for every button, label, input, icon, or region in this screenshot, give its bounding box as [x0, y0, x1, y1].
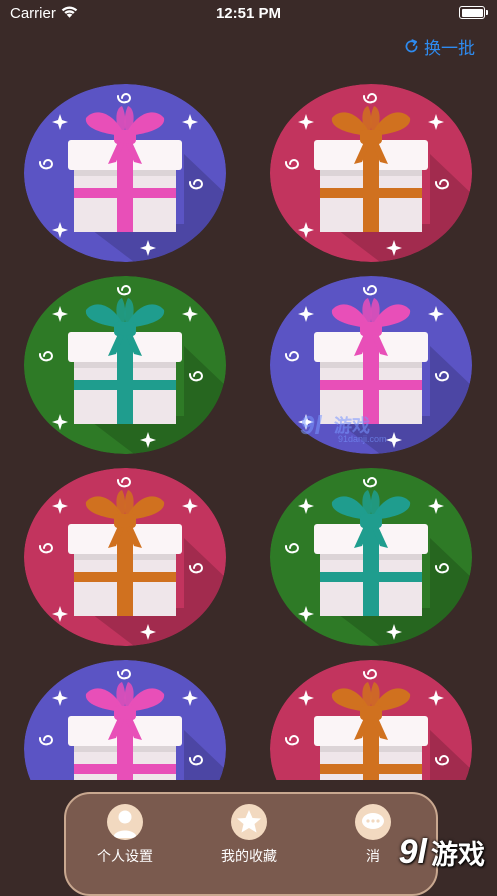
tab-messages[interactable]: 消 — [318, 804, 428, 866]
gift-tile[interactable] — [24, 660, 226, 780]
gift-tile[interactable] — [270, 276, 472, 454]
status-bar: Carrier 12:51 PM — [0, 0, 497, 28]
tab-personal-settings[interactable]: 个人设置 — [70, 804, 180, 866]
refresh-button[interactable]: 换一批 — [403, 34, 475, 58]
tab-label: 我的收藏 — [221, 848, 277, 864]
star-icon — [231, 804, 267, 840]
gift-tile[interactable] — [270, 84, 472, 262]
gift-tile[interactable] — [270, 660, 472, 780]
battery-icon — [459, 6, 488, 19]
refresh-label: 换一批 — [424, 38, 475, 58]
tab-label: 消 — [366, 848, 380, 864]
gift-tile[interactable] — [24, 276, 226, 454]
gift-tile[interactable] — [24, 84, 226, 262]
gift-tile[interactable] — [270, 468, 472, 646]
tab-bar: 个人设置 我的收藏 消 — [64, 792, 438, 896]
tab-my-favorites[interactable]: 我的收藏 — [194, 804, 304, 866]
refresh-icon — [405, 38, 418, 52]
tab-label: 个人设置 — [97, 848, 153, 864]
user-icon — [107, 804, 143, 840]
corner-watermark-name: 游戏 — [431, 839, 485, 871]
gift-tile[interactable] — [24, 468, 226, 646]
clock: 12:51 PM — [215, 5, 282, 22]
gift-grid — [0, 84, 497, 780]
chat-icon — [355, 804, 391, 840]
